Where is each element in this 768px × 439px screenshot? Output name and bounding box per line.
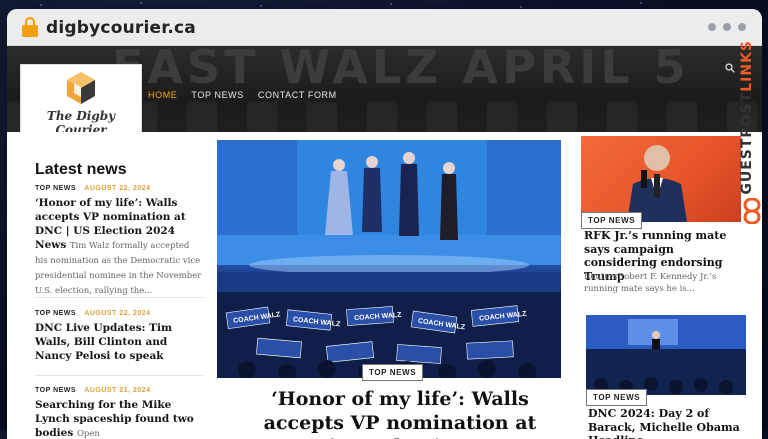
window-menu-dots-icon[interactable] <box>708 23 746 31</box>
sidebar-photo-illustration <box>586 315 746 395</box>
nav-item-home[interactable]: HOME <box>148 90 177 100</box>
background-star <box>260 5 262 7</box>
background-star <box>640 2 642 4</box>
header-banner-text: EAST WALZ APRIL 5 <box>112 46 690 94</box>
item-title[interactable]: Searching for the Mike Lynch spaceship f… <box>35 398 203 439</box>
item-excerpt: Open <box>76 429 100 439</box>
main-nav: HOME TOP NEWS CONTACT FORM <box>148 90 337 100</box>
chain-link-icon <box>743 198 761 224</box>
lock-icon <box>22 17 38 37</box>
search-icon[interactable] <box>725 63 735 73</box>
sidebar-card-tag[interactable]: TOP NEWS <box>586 389 648 406</box>
item-meta: TOP NEWS AUGUST 21, 2024 <box>35 387 203 394</box>
sidebar-card-image[interactable] <box>586 315 746 395</box>
logo-text: The Digby Courier <box>46 109 116 132</box>
nav-item-contact-form[interactable]: CONTACT FORM <box>258 90 337 100</box>
site-header: EAST WALZ APRIL 5 The Digby Courier HOME… <box>7 46 762 132</box>
sidebar-card-title[interactable]: DNC 2024: Day 2 of Barack, Michelle Obam… <box>588 407 748 439</box>
guestpostlinks-badge: GUESTPOSTLINKS <box>737 40 767 225</box>
divider <box>35 297 203 298</box>
feature-title[interactable]: ‘Honor of my life’: Walls accepts VP nom… <box>240 387 560 439</box>
item-category[interactable]: TOP NEWS <box>35 310 76 317</box>
item-meta: TOP NEWS AUGUST 22, 2024 <box>35 185 203 192</box>
feature-photo-illustration: COACH WALZ COACH WALZ COACH WALZ COACH W… <box>217 140 561 378</box>
divider <box>35 375 203 376</box>
item-date: AUGUST 22, 2024 <box>84 310 151 317</box>
latest-news-heading: Latest news <box>35 161 127 178</box>
item-title[interactable]: ‘Honor of my life’: Walls accepts VP nom… <box>35 196 203 298</box>
browser-titlebar: digbycourier.ca <box>7 9 762 46</box>
sidebar-card-tag[interactable]: TOP NEWS <box>581 212 643 229</box>
latest-news-item[interactable]: TOP NEWS AUGUST 22, 2024 ‘Honor of my li… <box>35 185 203 298</box>
logo-cube-icon <box>67 72 95 104</box>
item-meta: TOP NEWS AUGUST 22, 2024 <box>35 310 203 317</box>
address-bar-domain[interactable]: digbycourier.ca <box>46 18 196 38</box>
item-title[interactable]: DNC Live Updates: Tim Walls, Bill Clinto… <box>35 321 203 363</box>
background-star <box>520 6 522 8</box>
latest-news-item[interactable]: TOP NEWS AUGUST 22, 2024 DNC Live Update… <box>35 310 203 363</box>
badge-text-accent: LINKS <box>739 40 755 92</box>
item-title-text[interactable]: Searching for the Mike Lynch spaceship f… <box>35 399 194 439</box>
item-date: AUGUST 22, 2024 <box>84 185 151 192</box>
background-star <box>140 2 142 4</box>
sidebar-card-excerpt: ReutersRobert F. Kennedy Jr.’s running m… <box>584 272 717 294</box>
nav-item-top-news[interactable]: TOP NEWS <box>191 90 243 100</box>
background-star <box>40 4 42 6</box>
item-category[interactable]: TOP NEWS <box>35 185 76 192</box>
sidebar-card-image[interactable] <box>581 136 741 222</box>
latest-news-item[interactable]: TOP NEWS AUGUST 21, 2024 Searching for t… <box>35 387 203 439</box>
background-star <box>390 3 392 5</box>
badge-text-main: GUESTPOST <box>739 91 755 195</box>
feature-image[interactable]: COACH WALZ COACH WALZ COACH WALZ COACH W… <box>217 140 561 378</box>
site-logo[interactable]: The Digby Courier <box>20 64 142 132</box>
item-category[interactable]: TOP NEWS <box>35 387 76 394</box>
feature-category-tag[interactable]: TOP NEWS <box>362 364 424 381</box>
badge-text: GUESTPOSTLINKS <box>739 40 755 195</box>
sidebar-photo-illustration <box>627 145 687 222</box>
item-date: AUGUST 21, 2024 <box>84 387 151 394</box>
browser-window: digbycourier.ca EAST WALZ APRIL 5 The Di… <box>7 9 762 439</box>
